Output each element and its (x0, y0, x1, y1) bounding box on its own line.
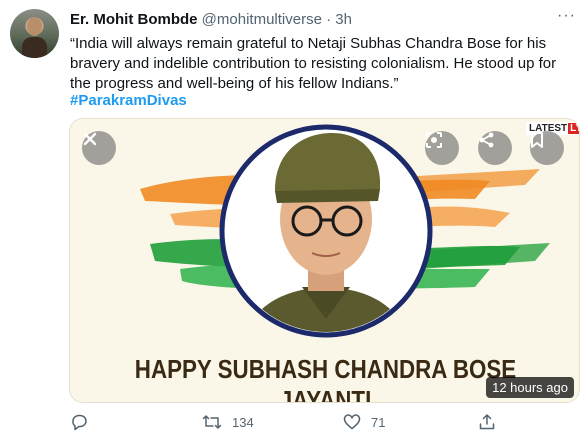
tweet-header: Er. Mohit Bombde @mohitmultiverse · 3h (70, 11, 352, 28)
upload-share-icon (479, 414, 495, 430)
reply-button[interactable] (70, 410, 98, 434)
retweet-icon (202, 415, 222, 429)
banner-text: HAPPY SUBHASH CHANDRA BOSE JAYANTI (134, 354, 517, 403)
hashtag-link[interactable]: #ParakramDivas (70, 92, 187, 109)
author-name[interactable]: Er. Mohit Bombde (70, 11, 198, 28)
share-tweet-button[interactable] (478, 410, 496, 434)
share-icon (479, 132, 494, 148)
lens-icon (426, 132, 442, 148)
reply-icon (72, 414, 87, 431)
avatar-head (27, 17, 42, 36)
like-button[interactable]: 71 (343, 410, 385, 434)
like-count: 71 (371, 414, 386, 430)
close-button[interactable] (82, 131, 116, 165)
tweet-time[interactable]: 3h (335, 11, 352, 28)
retweet-button[interactable]: 134 (202, 410, 254, 434)
bookmark-icon (531, 132, 543, 148)
logo-badge: LY (568, 123, 579, 134)
media-timestamp: 12 hours ago (486, 377, 574, 398)
more-options-icon[interactable]: ··· (557, 8, 576, 24)
tweet-media[interactable]: LATESTLY HAPPY SUBHASH CHANDRA BOSE JAYA… (69, 118, 580, 403)
retweet-count: 134 (232, 414, 254, 430)
bookmark-button[interactable] (530, 131, 564, 165)
separator-dot: · (326, 11, 332, 28)
author-avatar[interactable] (10, 9, 59, 58)
author-handle[interactable]: @mohitmultiverse (202, 11, 322, 28)
close-icon (83, 132, 97, 146)
tweet-actions: 134 71 (70, 410, 570, 434)
tweet-text: “India will always remain grateful to Ne… (70, 35, 557, 92)
heart-icon (343, 414, 361, 430)
share-button[interactable] (478, 131, 512, 165)
avatar-body (22, 37, 47, 58)
lens-button[interactable] (425, 131, 459, 165)
